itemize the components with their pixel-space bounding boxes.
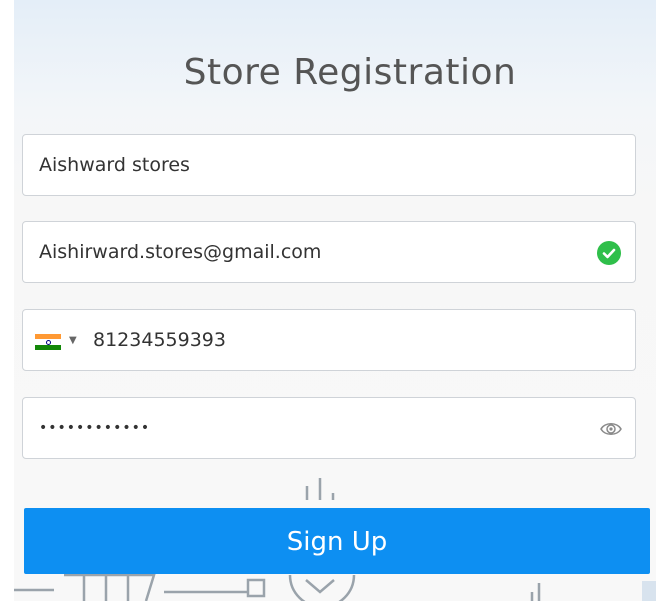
store-name-field[interactable] bbox=[22, 134, 636, 196]
phone-input[interactable] bbox=[93, 310, 593, 370]
page-title: Store Registration bbox=[183, 52, 517, 93]
check-circle-icon bbox=[597, 241, 621, 265]
country-dropdown-caret-icon[interactable]: ▼ bbox=[69, 335, 77, 346]
india-flag-icon[interactable] bbox=[35, 334, 61, 350]
password-field[interactable] bbox=[22, 397, 636, 459]
page: Store Registration ▼ Sign Up bbox=[0, 0, 656, 601]
phone-field[interactable]: ▼ bbox=[22, 309, 636, 371]
store-name-input[interactable] bbox=[39, 135, 579, 195]
password-input[interactable] bbox=[39, 398, 579, 458]
email-field[interactable] bbox=[22, 221, 636, 283]
email-input[interactable] bbox=[39, 222, 579, 282]
sign-up-button[interactable]: Sign Up bbox=[24, 508, 650, 574]
eye-icon[interactable] bbox=[599, 417, 623, 441]
